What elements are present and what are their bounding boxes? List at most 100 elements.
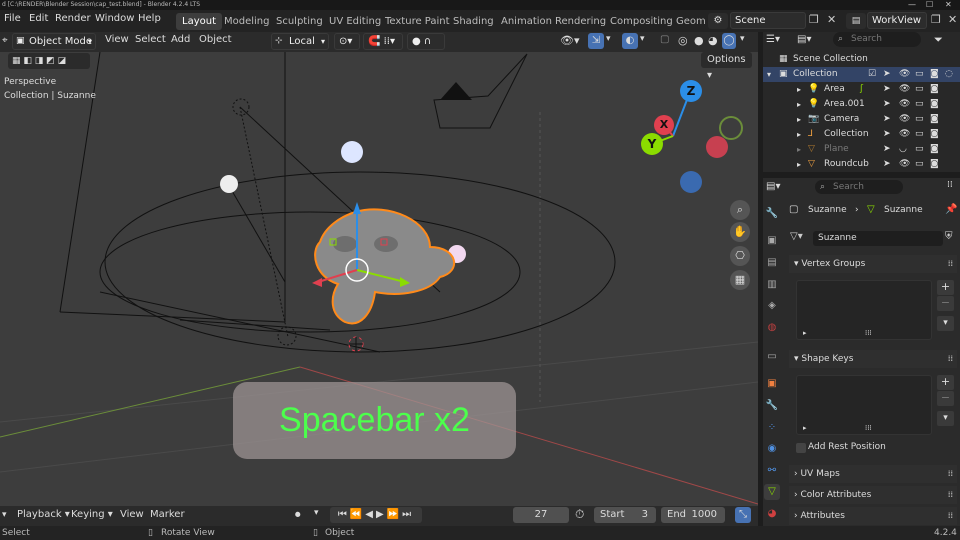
select-new-icon[interactable]: ▦ bbox=[12, 56, 21, 66]
options-button[interactable]: Options ▾ bbox=[701, 52, 752, 81]
properties-editor-icon[interactable]: ▤▾ bbox=[766, 181, 780, 192]
tab-texture-paint[interactable]: Texture Paint bbox=[379, 13, 456, 30]
monitor-icon[interactable]: ▭ bbox=[915, 67, 924, 82]
menu-view[interactable]: View bbox=[105, 34, 129, 45]
xray-icon[interactable]: ▢ bbox=[660, 34, 669, 45]
mesh-data-name-field[interactable]: Suzanne bbox=[813, 231, 943, 246]
zoom-icon[interactable]: ⌕ bbox=[730, 200, 750, 220]
select-arrow-icon[interactable]: ➤ bbox=[883, 157, 891, 171]
eye-icon[interactable]: 👁 bbox=[899, 127, 910, 142]
monitor-icon[interactable]: ▭ bbox=[915, 157, 924, 171]
menu-playback[interactable]: Playback ▾ bbox=[17, 509, 70, 520]
render-camera-icon[interactable]: ◙ bbox=[930, 112, 939, 127]
menu-help[interactable]: Help bbox=[138, 13, 161, 24]
outliner-item-camera[interactable]: ▸ 📷 Camera ➤ 👁 ▭ ◙ bbox=[763, 112, 960, 127]
panel-shape-keys[interactable]: ▾ Shape Keys ⁞⁞ bbox=[789, 350, 957, 368]
menu-keying[interactable]: Keying ▾ bbox=[71, 509, 113, 520]
tool-tab-icon[interactable]: 🔧 bbox=[764, 206, 780, 222]
tab-rendering[interactable]: Rendering bbox=[549, 13, 612, 30]
maximize-icon[interactable]: ☐ bbox=[926, 0, 933, 10]
select-arrow-icon[interactable]: ➤ bbox=[883, 97, 891, 112]
select-invert-icon[interactable]: ◩ bbox=[46, 56, 55, 66]
panel-attributes[interactable]: › Attributes ⁞⁞ bbox=[789, 507, 957, 525]
eye-closed-icon[interactable]: ◡ bbox=[899, 142, 907, 157]
chevron-right-icon[interactable]: ▸ bbox=[797, 82, 801, 97]
checkbox-icon[interactable]: ☑ bbox=[868, 67, 876, 82]
minimize-icon[interactable]: — bbox=[908, 0, 916, 10]
remove-shape-key-button[interactable]: − bbox=[937, 391, 954, 406]
view-layer-tab-icon[interactable]: ▥ bbox=[764, 277, 780, 293]
render-tab-icon[interactable]: ▣ bbox=[764, 233, 780, 249]
remove-vertex-group-button[interactable]: − bbox=[937, 296, 954, 311]
menu-add[interactable]: Add bbox=[171, 34, 190, 45]
drag-handle-icon[interactable]: ⁞⁞ bbox=[948, 507, 953, 525]
tab-uv-editing[interactable]: UV Editing bbox=[323, 13, 387, 30]
shape-key-menu-button[interactable]: ▾ bbox=[937, 411, 954, 426]
outliner-item-area-001[interactable]: ▸ 💡 Area.001 ➤ 👁 ▭ ◙ bbox=[763, 97, 960, 112]
tab-sculpting[interactable]: Sculpting bbox=[270, 13, 329, 30]
visibility-icon[interactable]: 👁▾ bbox=[560, 34, 580, 47]
editor-type-icon[interactable]: ⌖ bbox=[2, 35, 8, 46]
menu-edit[interactable]: Edit bbox=[29, 13, 48, 24]
menu-timeline-view[interactable]: View bbox=[120, 509, 144, 520]
playback-controls[interactable]: ⏮⏪◀▶⏩⏭ bbox=[330, 507, 422, 523]
menu-file[interactable]: File bbox=[4, 13, 21, 24]
tab-layout[interactable]: Layout bbox=[176, 13, 222, 30]
3d-viewport[interactable]: Z X Y Perspective Collection | Suzanne ▦… bbox=[0, 52, 758, 506]
transform-orientation-selector[interactable]: ⊹ Local ▾ bbox=[271, 33, 329, 50]
eye-icon[interactable]: 👁 bbox=[899, 82, 910, 97]
jump-end-icon[interactable]: ⏭ bbox=[402, 509, 414, 520]
display-mode-icon[interactable]: ▤▾ bbox=[797, 34, 811, 45]
outliner-item-collection[interactable]: ▸ ⅃ Collection ➤ 👁 ▭ ◙ bbox=[763, 127, 960, 142]
panel-uv-maps[interactable]: › UV Maps ⁞⁞ bbox=[789, 465, 957, 483]
select-arrow-icon[interactable]: ➤ bbox=[883, 142, 891, 157]
render-camera-icon[interactable]: ◙ bbox=[930, 157, 939, 171]
selection-mode-toolbar[interactable]: ▦ ◧ ◨ ◩ ◪ bbox=[8, 53, 90, 69]
delete-view-layer-icon[interactable]: ✕ bbox=[948, 13, 957, 26]
add-shape-key-button[interactable]: + bbox=[937, 375, 954, 390]
overlay-toggle-icon[interactable]: ◐ bbox=[622, 33, 638, 49]
close-icon[interactable]: ✕ bbox=[945, 0, 952, 10]
mesh-data-icon[interactable]: ▽▾ bbox=[790, 231, 803, 242]
panel-vertex-groups[interactable]: ▾ Vertex Groups ⁞⁞ bbox=[789, 255, 957, 273]
eye-icon[interactable]: 👁 bbox=[899, 112, 910, 127]
play-reverse-icon[interactable]: ◀ bbox=[365, 509, 376, 520]
select-intersect-icon[interactable]: ◪ bbox=[58, 56, 67, 66]
output-tab-icon[interactable]: ▤ bbox=[764, 255, 780, 271]
world-tab-icon[interactable]: ◍ bbox=[764, 320, 780, 336]
outliner-collection-row[interactable]: ▾ ▣ Collection ☑ ➤ 👁 ▭ ◙ ◌ bbox=[763, 67, 960, 82]
monitor-icon[interactable]: ▭ bbox=[915, 112, 924, 127]
menu-window[interactable]: Window bbox=[95, 13, 134, 24]
timeline-editor-icon[interactable]: ▾ bbox=[2, 510, 7, 520]
holdout-icon[interactable]: ◌ bbox=[945, 67, 953, 82]
particles-tab-icon[interactable]: ⁘ bbox=[764, 420, 780, 436]
start-frame-field[interactable]: Start 3 bbox=[594, 507, 656, 523]
chevron-right-icon[interactable]: ▸ bbox=[797, 142, 801, 157]
properties-search-input[interactable]: ⌕ Search bbox=[815, 180, 903, 194]
chevron-right-icon[interactable]: ▸ bbox=[797, 157, 801, 171]
view-layer-icon[interactable]: ▤ bbox=[846, 13, 866, 29]
monitor-icon[interactable]: ▭ bbox=[915, 82, 924, 97]
play-icon[interactable]: ▶ bbox=[376, 509, 387, 520]
menu-render[interactable]: Render bbox=[55, 13, 91, 24]
perspective-toggle-icon[interactable]: ▦ bbox=[730, 270, 750, 290]
material-shading-icon[interactable]: ◕ bbox=[708, 34, 718, 47]
record-icon[interactable]: ⏺ bbox=[295, 508, 301, 522]
add-rest-position-checkbox[interactable] bbox=[796, 443, 806, 453]
chevron-down-icon[interactable]: ▾ bbox=[640, 34, 645, 44]
outliner-editor-icon[interactable]: ☰▾ bbox=[766, 34, 780, 45]
pin-icon[interactable]: 📌 bbox=[945, 204, 957, 215]
jump-keyframe-forward-icon[interactable]: ⏩ bbox=[387, 509, 402, 520]
outliner-search-input[interactable]: ⌕ Search bbox=[833, 32, 921, 47]
select-arrow-icon[interactable]: ➤ bbox=[883, 127, 891, 142]
camera-view-icon[interactable]: ⎔ bbox=[730, 246, 750, 266]
drag-handle-icon[interactable]: ⁞⁞ bbox=[948, 486, 953, 504]
tab-compositing[interactable]: Compositing bbox=[604, 13, 679, 30]
select-arrow-icon[interactable]: ➤ bbox=[883, 82, 891, 97]
select-subtract-icon[interactable]: ◨ bbox=[35, 56, 44, 66]
chevron-down-icon[interactable]: ▾ bbox=[314, 508, 319, 518]
new-scene-icon[interactable]: ❐ bbox=[809, 13, 819, 26]
nav-axis-z[interactable]: Z bbox=[680, 80, 702, 102]
monitor-icon[interactable]: ▭ bbox=[915, 127, 924, 142]
pivot-point-selector[interactable]: ⊙▾ bbox=[334, 33, 360, 50]
